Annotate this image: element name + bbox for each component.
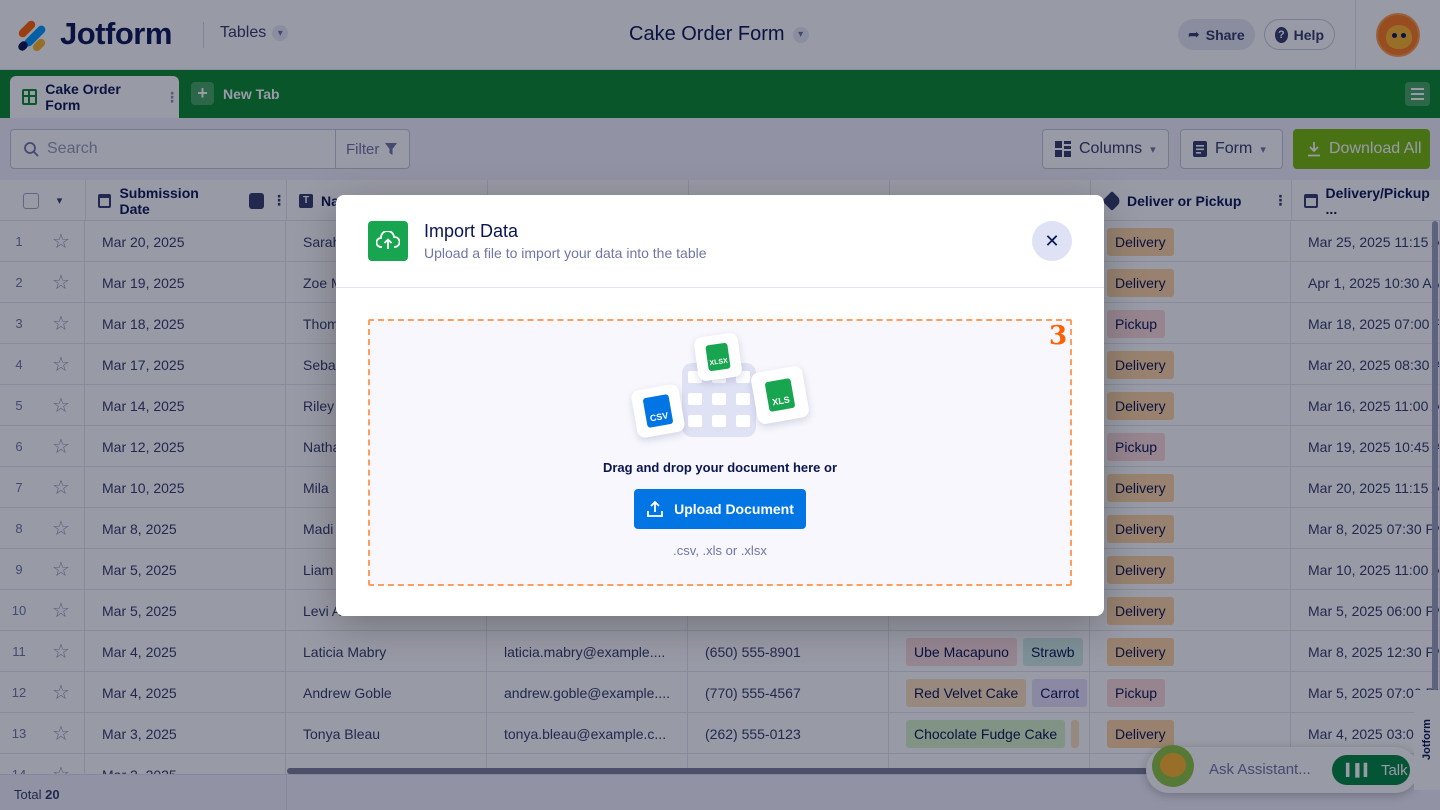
cloud-upload-icon <box>368 221 408 261</box>
import-data-modal: Import Data Upload a file to import your… <box>336 195 1104 616</box>
step-number-annotation: 3 <box>1049 321 1068 351</box>
modal-header: Import Data Upload a file to import your… <box>336 195 1104 288</box>
close-button[interactable]: ✕ <box>1032 221 1072 261</box>
xlsx-file-icon: XLSX <box>693 332 743 382</box>
csv-file-icon: CSV <box>630 383 686 439</box>
drag-drop-text: Drag and drop your document here or <box>602 460 838 475</box>
modal-subtitle: Upload a file to import your data into t… <box>424 245 707 261</box>
supported-formats: .csv, .xls or .xlsx <box>673 543 767 558</box>
close-icon: ✕ <box>1044 230 1060 251</box>
modal-title: Import Data <box>424 221 519 241</box>
file-dropzone[interactable]: 3 CSV XLSX XLS Drag and drop your docume… <box>368 319 1072 586</box>
import-illustration: CSV XLSX XLS <box>630 332 812 445</box>
upload-icon <box>647 500 664 517</box>
upload-document-button[interactable]: Upload Document <box>634 489 806 529</box>
upload-label: Upload Document <box>674 501 794 517</box>
xls-file-icon: XLS <box>749 364 811 426</box>
